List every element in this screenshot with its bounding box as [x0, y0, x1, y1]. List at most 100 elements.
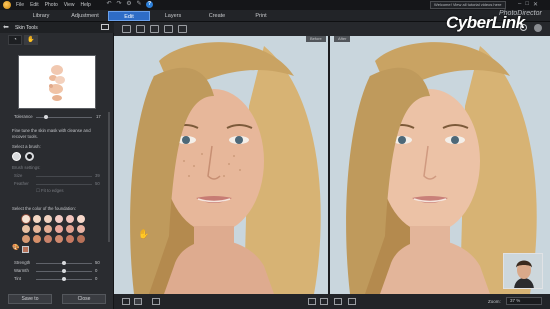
presenter-image [504, 254, 542, 288]
collapse-panel-icon[interactable] [101, 24, 109, 30]
size-label: Size [14, 173, 23, 178]
tolerance-slider-thumb[interactable] [44, 115, 48, 119]
minimize-icon[interactable]: – [518, 1, 521, 8]
redo-icon[interactable]: ↷ [116, 1, 122, 8]
quick-access-bar: ↶ ↷ ⚙ ✎ ? [106, 1, 153, 8]
before-label: Before [306, 36, 326, 42]
panel-scrollbar[interactable] [108, 112, 110, 242]
menu-bar: File Edit Photo View Help ↶ ↷ ⚙ ✎ ? Welc… [0, 0, 550, 10]
foundation-swatch[interactable] [66, 235, 74, 243]
feather-label: Feather [14, 181, 29, 186]
foundation-swatch[interactable] [77, 235, 85, 243]
foundation-swatch[interactable] [22, 225, 30, 233]
strength-value: 50 [95, 260, 100, 265]
close-button[interactable]: Close [62, 294, 106, 304]
after-label: After [334, 36, 351, 42]
foundation-swatch[interactable] [55, 225, 63, 233]
size-value: 39 [95, 173, 100, 178]
preferences-icon[interactable]: ✎ [136, 1, 142, 8]
back-arrow-icon[interactable]: ⬅ [3, 23, 9, 31]
tab-create[interactable]: Create [198, 11, 236, 21]
tab-edit[interactable]: Edit [108, 11, 150, 21]
help-icon[interactable]: ? [146, 1, 153, 8]
single-view-icon[interactable] [122, 298, 130, 305]
hand-cursor-icon: ✋ [138, 229, 150, 239]
view-mode-icon[interactable] [320, 298, 328, 305]
feather-value: 50 [95, 181, 100, 186]
maximize-icon[interactable]: □ [525, 1, 529, 8]
tab-print[interactable]: Print [242, 11, 280, 21]
tab-layers[interactable]: Layers [154, 11, 192, 21]
app-logo-icon[interactable] [3, 1, 11, 9]
warmth-label: Warmth [14, 268, 29, 273]
split-view-icon[interactable] [134, 298, 142, 305]
foundation-swatch[interactable] [44, 225, 52, 233]
brush-overlay-icon[interactable] [334, 298, 342, 305]
instruction-text: Fine tune the skin mask with cleanse and… [12, 128, 91, 139]
zoom-select[interactable]: 37 % [506, 297, 542, 305]
export-view-icon[interactable] [178, 25, 187, 33]
warmth-slider-thumb[interactable] [62, 269, 66, 273]
foundation-tab[interactable]: ✋ [24, 35, 38, 45]
menu-photo[interactable]: Photo [45, 2, 58, 8]
toggle-mask-icon[interactable] [308, 298, 316, 305]
foundation-swatch[interactable] [33, 215, 41, 223]
foundation-swatch[interactable] [22, 215, 30, 223]
save-to-button[interactable]: Save to [8, 294, 52, 304]
foundation-swatch[interactable] [66, 225, 74, 233]
recover-brush-icon[interactable] [25, 152, 34, 161]
foundation-swatch[interactable] [55, 215, 63, 223]
close-window-icon[interactable]: ✕ [533, 1, 538, 8]
menu-help[interactable]: Help [81, 2, 91, 8]
menu-view[interactable]: View [64, 2, 75, 8]
bottom-toolbar: Zoom: 37 % [114, 294, 550, 309]
feather-slider[interactable] [36, 184, 92, 185]
display-icon[interactable] [164, 25, 173, 33]
menu-edit[interactable]: Edit [30, 2, 39, 8]
skin-subtabs: ◔ ✋ [8, 35, 38, 45]
strength-label: Strength [14, 260, 31, 265]
skin-mask-tab[interactable]: ◔ [8, 35, 22, 45]
window-controls: – □ ✕ [518, 1, 538, 8]
filmstrip-icon[interactable] [136, 25, 145, 33]
compare-view-icon[interactable] [150, 25, 159, 33]
tab-adjustment[interactable]: Adjustment [64, 11, 106, 21]
panel-header: ⬅ Skin Tools [0, 22, 114, 33]
eyedropper-icon[interactable] [348, 298, 356, 305]
foundation-swatch[interactable] [33, 225, 41, 233]
tint-value: 0 [95, 276, 98, 281]
cleanse-brush-icon[interactable] [12, 152, 21, 161]
panel-title: Skin Tools [15, 25, 38, 31]
portrait-before-image [114, 36, 328, 294]
foundation-swatch[interactable] [77, 225, 85, 233]
tab-library[interactable]: Library [22, 11, 60, 21]
search-icon[interactable] [520, 24, 527, 31]
tint-label: Tint [14, 276, 22, 281]
skin-mask-image [49, 65, 65, 101]
compare-list-icon[interactable] [152, 298, 160, 305]
foundation-swatch[interactable] [55, 235, 63, 243]
custom-color-swatch[interactable] [22, 246, 29, 253]
foundation-color-label: Select the color of the foundation: [12, 206, 77, 211]
undo-icon[interactable]: ↶ [106, 1, 112, 8]
skin-mask-preview [18, 55, 96, 109]
fit-edges-checkbox[interactable]: ☐ Fit to edges [36, 188, 64, 194]
foundation-swatch[interactable] [77, 215, 85, 223]
presenter-webcam-thumbnail [503, 253, 543, 289]
before-photo[interactable]: ✋ [114, 36, 328, 294]
tint-slider-thumb[interactable] [62, 277, 66, 281]
size-slider[interactable] [36, 176, 92, 177]
brush-label: Select a brush: [12, 144, 41, 149]
settings-icon[interactable]: ⚙ [126, 1, 132, 8]
foundation-swatch[interactable] [44, 235, 52, 243]
grid-view-icon[interactable] [122, 25, 131, 33]
foundation-swatch[interactable] [66, 215, 74, 223]
tutorial-notice[interactable]: Welcome! View all tutorial videos here [430, 1, 506, 9]
palette-icon[interactable]: 🎨 [12, 245, 19, 252]
foundation-swatch[interactable] [33, 235, 41, 243]
strength-slider-thumb[interactable] [62, 261, 66, 265]
foundation-swatch[interactable] [44, 215, 52, 223]
profile-icon[interactable] [534, 24, 542, 32]
foundation-swatch[interactable] [22, 235, 30, 243]
menu-file[interactable]: File [16, 2, 24, 8]
